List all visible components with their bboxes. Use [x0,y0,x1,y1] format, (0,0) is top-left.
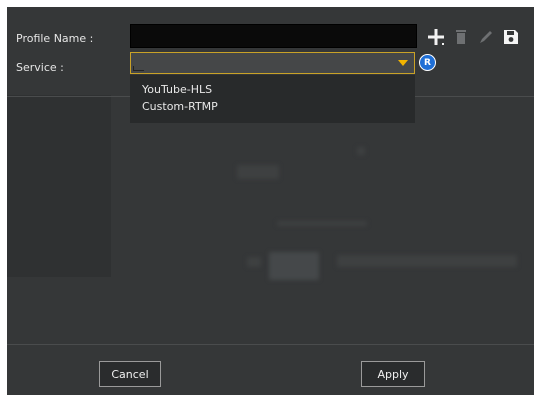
resize-corner-icon [133,66,144,71]
trash-icon [456,30,466,44]
background-blur [247,257,261,267]
background-panel [7,95,111,277]
plus-icon [428,29,444,45]
footer-divider [7,344,534,345]
background-blur [269,252,319,280]
stream-profile-dialog: Profile Name : Service: R YouTube-HLS C… [7,7,534,395]
add-profile-button[interactable] [425,26,447,48]
profile-name-input[interactable] [130,24,417,48]
cancel-button[interactable]: Cancel [99,361,161,387]
info-icon[interactable]: R [419,54,436,71]
chevron-down-icon[interactable] [398,60,408,66]
background-blur [277,221,367,226]
dropdown-option-youtube-hls[interactable]: YouTube-HLS [130,81,415,98]
profile-toolbar [425,25,525,49]
apply-button[interactable]: Apply [361,361,425,387]
profile-name-label: Profile Name : [16,32,94,45]
dropdown-option-custom-rtmp[interactable]: Custom-RTMP [130,98,415,115]
service-label: Service : [16,61,64,74]
save-profile-button[interactable] [500,26,522,48]
service-select[interactable] [130,52,415,74]
edit-profile-button[interactable] [475,26,497,48]
background-blur [237,165,279,179]
background-blur [337,255,517,267]
background-blur [357,147,365,155]
pencil-icon [480,31,492,43]
service-dropdown-list: YouTube-HLS Custom-RTMP [130,75,415,123]
save-icon [504,30,518,44]
delete-profile-button[interactable] [450,26,472,48]
